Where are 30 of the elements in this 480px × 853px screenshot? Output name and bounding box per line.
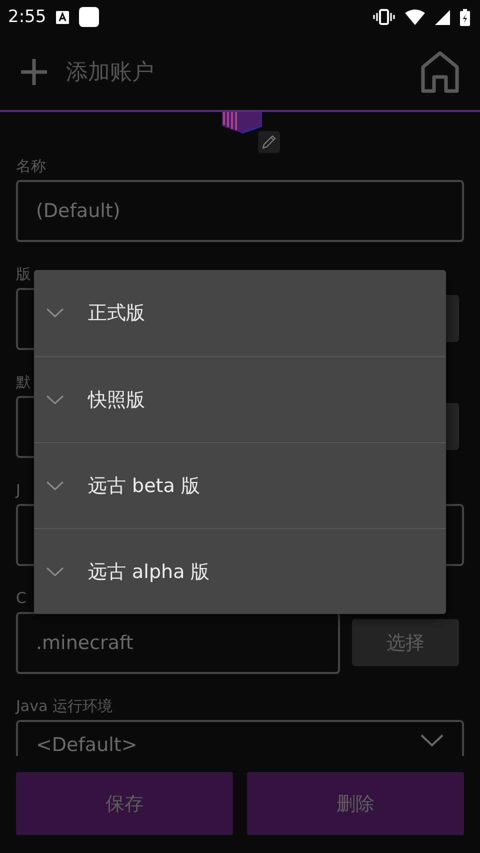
text-field[interactable]: (Default) xyxy=(16,180,464,242)
battery-icon xyxy=(460,8,470,26)
field-label: 版 xyxy=(16,264,31,285)
home-icon[interactable] xyxy=(420,50,460,94)
chevron-icon xyxy=(46,566,64,576)
field-label: 默 xyxy=(16,372,31,393)
vibrate-icon xyxy=(373,9,395,25)
signal-icon xyxy=(435,10,450,24)
edit-icon[interactable] xyxy=(258,131,280,153)
field-label: J xyxy=(16,480,20,501)
menu-item[interactable]: 远古 alpha 版 xyxy=(34,528,446,614)
wifi-icon xyxy=(405,9,425,25)
field-label: 名称 xyxy=(16,156,46,177)
menu-item[interactable]: 远古 beta 版 xyxy=(34,442,446,528)
chevron-icon xyxy=(46,480,64,490)
app-icon xyxy=(79,7,100,27)
select-button[interactable]: 选择 xyxy=(352,619,459,666)
add-icon[interactable] xyxy=(20,58,48,86)
menu-item[interactable]: 快照版 xyxy=(34,356,446,442)
chevron-icon xyxy=(46,394,64,404)
chevron-icon xyxy=(420,734,444,748)
chevron-icon xyxy=(46,308,64,318)
page-title: 添加账户 xyxy=(66,59,155,87)
menu-item[interactable]: 正式版 xyxy=(34,270,446,356)
field-label: Java 运行环境 xyxy=(16,696,112,717)
status-time: 2:55 xyxy=(8,7,46,27)
field-label: C xyxy=(16,588,26,609)
action-button[interactable]: 保存 xyxy=(16,772,233,835)
action-button[interactable]: 删除 xyxy=(247,772,464,835)
notification-icon xyxy=(56,10,70,24)
